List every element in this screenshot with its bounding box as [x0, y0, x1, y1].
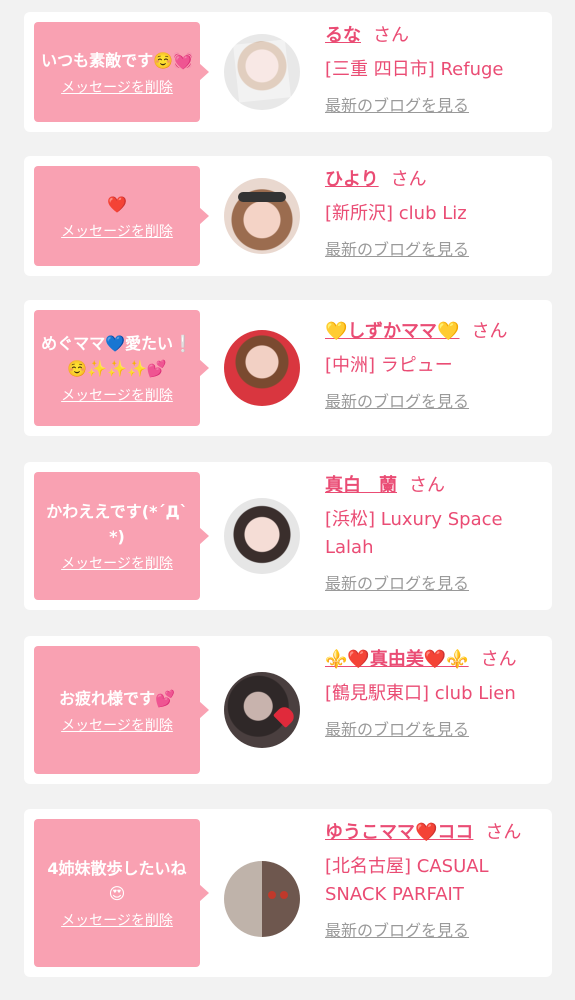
- honorific: さん: [409, 475, 445, 496]
- delete-message-link[interactable]: メッセージを削除: [61, 221, 173, 241]
- message-text: めぐママ💙愛たい❕☺️✨✨✨💕: [41, 334, 193, 378]
- message-text: ❤️: [107, 194, 127, 214]
- message-text: お疲れ様です💕: [59, 688, 175, 708]
- delete-message-link[interactable]: メッセージを削除: [61, 553, 173, 573]
- message-card: いつも素敵です☺️💓 メッセージを削除 るな さん [三重 四日市] Refuge…: [24, 12, 552, 132]
- avatar[interactable]: [224, 672, 300, 748]
- message-bubble: ❤️ メッセージを削除: [34, 166, 209, 266]
- message-bubble: 4姉妹散歩したいね😍 メッセージを削除: [34, 819, 209, 967]
- avatar[interactable]: [224, 330, 300, 406]
- message-card: お疲れ様です💕 メッセージを削除 ⚜️❤️真由美❤️⚜️ さん [鶴見駅東口] c…: [24, 636, 552, 784]
- message-card: めぐママ💙愛たい❕☺️✨✨✨💕 メッセージを削除 💛しずかママ💛 さん [中洲] …: [24, 300, 552, 436]
- shop-name: [中洲] ラピュー: [325, 355, 453, 376]
- avatar[interactable]: [224, 861, 300, 937]
- shop-name: [浜松] Luxury Space Lalah: [325, 509, 503, 558]
- message-bubble: お疲れ様です💕 メッセージを削除: [34, 646, 209, 774]
- honorific: さん: [485, 822, 522, 843]
- message-bubble: いつも素敵です☺️💓 メッセージを削除: [34, 22, 209, 122]
- message-card: ❤️ メッセージを削除 ひより さん [新所沢] club Liz 最新のブログを…: [24, 156, 552, 276]
- latest-blog-link[interactable]: 最新のブログを見る: [325, 236, 469, 260]
- message-card: 4姉妹散歩したいね😍 メッセージを削除 ゆうこママ❤️ココ さん [北名古屋] C…: [24, 809, 552, 977]
- shop-name: [鶴見駅東口] club Lien: [325, 683, 516, 704]
- delete-message-link[interactable]: メッセージを削除: [61, 715, 173, 735]
- honorific: さん: [480, 649, 517, 670]
- honorific: さん: [373, 25, 409, 46]
- message-text: かわええです(*´Д`*): [46, 502, 188, 546]
- latest-blog-link[interactable]: 最新のブログを見る: [325, 92, 469, 116]
- shop-name: [三重 四日市] Refuge: [325, 59, 504, 80]
- delete-message-link[interactable]: メッセージを削除: [61, 77, 173, 97]
- shop-name: [新所沢] club Liz: [325, 203, 467, 224]
- girl-name-link[interactable]: ひより: [325, 169, 379, 190]
- girl-name-link[interactable]: ゆうこママ❤️ココ: [325, 822, 473, 843]
- girl-name-link[interactable]: るな: [325, 25, 361, 46]
- honorific: さん: [390, 169, 427, 190]
- delete-message-link[interactable]: メッセージを削除: [61, 910, 173, 930]
- avatar[interactable]: [224, 34, 300, 110]
- latest-blog-link[interactable]: 最新のブログを見る: [325, 570, 469, 594]
- latest-blog-link[interactable]: 最新のブログを見る: [325, 917, 469, 941]
- avatar[interactable]: [224, 178, 300, 254]
- delete-message-link[interactable]: メッセージを削除: [61, 385, 173, 405]
- girl-name-link[interactable]: ⚜️❤️真由美❤️⚜️: [325, 649, 469, 670]
- message-bubble: かわええです(*´Д`*) メッセージを削除: [34, 472, 209, 600]
- girl-name-link[interactable]: 真白 蘭: [325, 475, 397, 496]
- message-bubble: めぐママ💙愛たい❕☺️✨✨✨💕 メッセージを削除: [34, 310, 209, 426]
- latest-blog-link[interactable]: 最新のブログを見る: [325, 388, 469, 412]
- honorific: さん: [471, 321, 508, 342]
- shop-name: [北名古屋] CASUAL SNACK PARFAIT: [325, 856, 489, 905]
- latest-blog-link[interactable]: 最新のブログを見る: [325, 716, 469, 740]
- message-card: かわええです(*´Д`*) メッセージを削除 真白 蘭さん [浜松] Luxur…: [24, 462, 552, 610]
- message-text: 4姉妹散歩したいね😍: [47, 859, 187, 903]
- girl-name-link[interactable]: 💛しずかママ💛: [325, 321, 459, 342]
- message-text: いつも素敵です☺️💓: [41, 50, 193, 70]
- avatar[interactable]: [224, 498, 300, 574]
